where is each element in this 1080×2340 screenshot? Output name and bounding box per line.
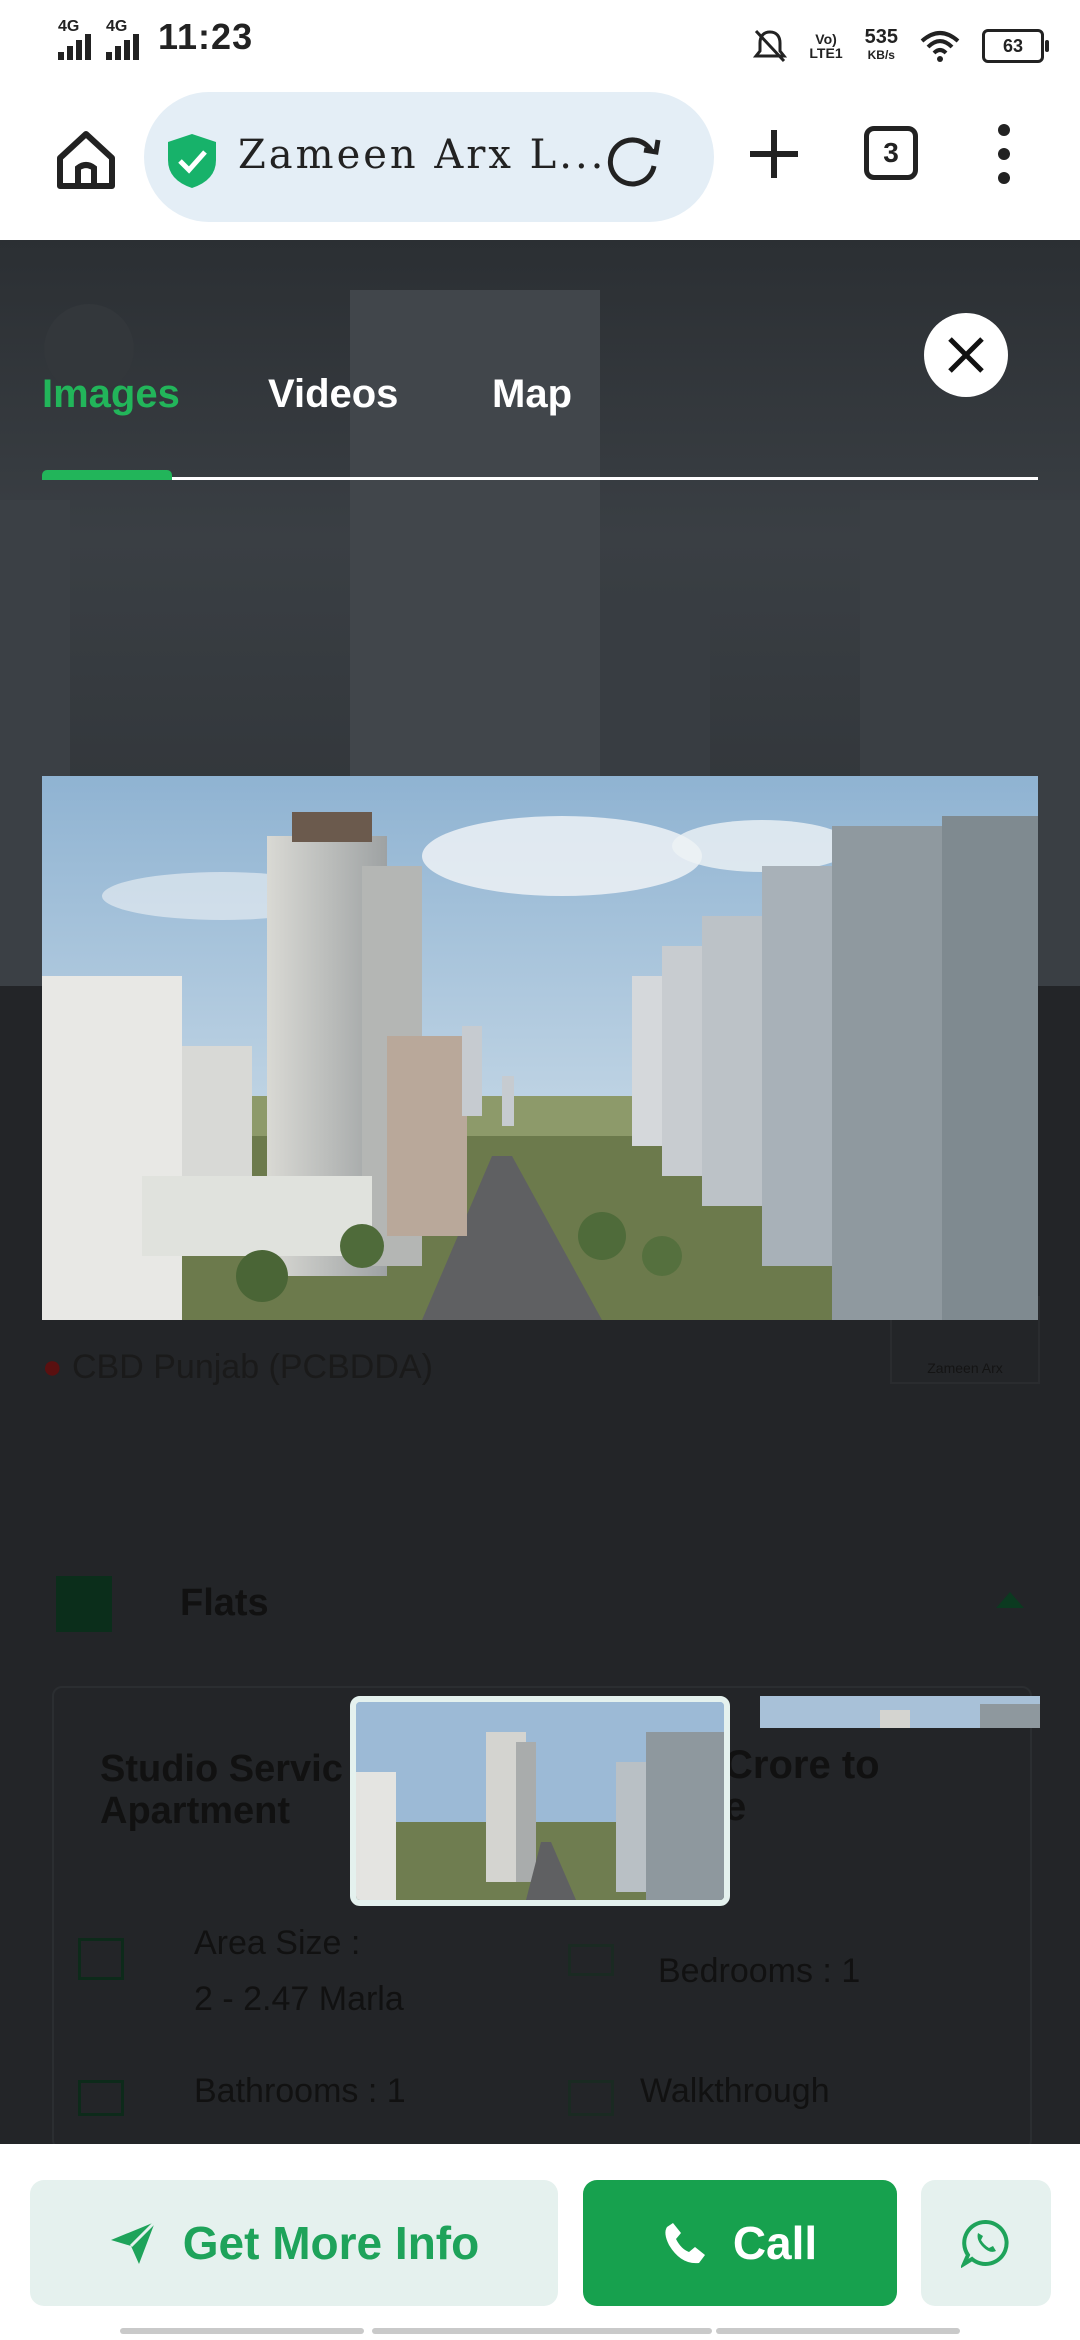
unit-price: Crore to e [724, 1743, 880, 1829]
building-icon [56, 1576, 112, 1632]
thumbnail-next[interactable] [760, 1696, 1040, 1728]
gesture-bar [372, 2328, 712, 2334]
network-speed: 535 KB/s [864, 26, 898, 62]
walkthrough-label: Walkthrough [640, 2072, 830, 2110]
wifi-icon [920, 31, 960, 62]
home-icon[interactable] [50, 124, 122, 196]
bathrooms-label: Bathrooms : 1 [194, 2072, 406, 2110]
call-button[interactable]: Call [583, 2180, 897, 2306]
area-icon [78, 1938, 124, 1980]
reload-icon[interactable] [604, 130, 664, 190]
battery-indicator: 63 [982, 29, 1049, 63]
thumbnail-image [356, 1702, 724, 1900]
bed-icon [568, 1944, 614, 1976]
status-bar: 4G 4G 11:23 Vo) LTE1 535 KB/s 63 [0, 0, 1080, 86]
shield-check-icon [168, 134, 216, 188]
more-vert-icon[interactable] [996, 124, 1012, 184]
plus-icon[interactable] [744, 124, 804, 184]
bottom-action-bar: Get More Info Call [0, 2144, 1080, 2340]
network-type-sim2: 4G [106, 18, 128, 35]
send-icon [110, 2220, 156, 2264]
get-more-info-button[interactable]: Get More Info [30, 2180, 558, 2306]
clock: 11:23 [158, 16, 254, 57]
phone-icon [665, 2223, 705, 2264]
section-title: Flats [180, 1582, 269, 1624]
unit-title: Studio Servic Apartment [100, 1748, 343, 1832]
address-bar[interactable]: Zameen Arx L... [144, 92, 714, 222]
location-text: ● CBD Punjab (PCBDDA) [42, 1348, 433, 1386]
gesture-bar [716, 2328, 960, 2334]
call-label: Call [732, 2217, 818, 2269]
thumbnail-selected[interactable] [350, 1696, 730, 1906]
building-render-image [42, 776, 1038, 1320]
tabs-divider [42, 477, 1038, 480]
mute-bell-icon [753, 29, 788, 63]
gallery-main-image[interactable] [42, 776, 1038, 1320]
bath-icon [78, 2080, 124, 2116]
tab-map[interactable]: Map [492, 372, 572, 417]
signal-icon-sim1: 4G [58, 18, 98, 60]
area-value: 2 - 2.47 Marla [194, 1980, 404, 2018]
active-tab-indicator [42, 470, 172, 480]
chevron-up-icon [996, 1592, 1024, 1608]
gallery-tabs: Images Videos Map [42, 360, 1038, 480]
location-pin-icon: ● [42, 1348, 63, 1386]
thumbnail-next-image [760, 1696, 1040, 1728]
tab-videos[interactable]: Videos [268, 372, 398, 417]
page-title-text: Zameen Arx L... [238, 132, 607, 178]
tab-switcher-icon[interactable]: 3 [864, 126, 918, 180]
area-label: Area Size : [194, 1924, 361, 1962]
bedrooms-label: Bedrooms : 1 [658, 1952, 861, 1990]
gesture-bar [120, 2328, 364, 2334]
whatsapp-icon [961, 2219, 1009, 2268]
network-type-sim1: 4G [58, 18, 80, 35]
browser-toolbar: Zameen Arx L... 3 [0, 86, 1080, 240]
volte-indicator: Vo) LTE1 [809, 31, 843, 61]
whatsapp-button[interactable] [921, 2180, 1051, 2306]
walkthrough-icon [568, 2080, 614, 2116]
get-more-info-label: Get More Info [182, 2217, 480, 2269]
tab-images[interactable]: Images [42, 372, 180, 417]
signal-icon-sim2: 4G [106, 18, 146, 60]
